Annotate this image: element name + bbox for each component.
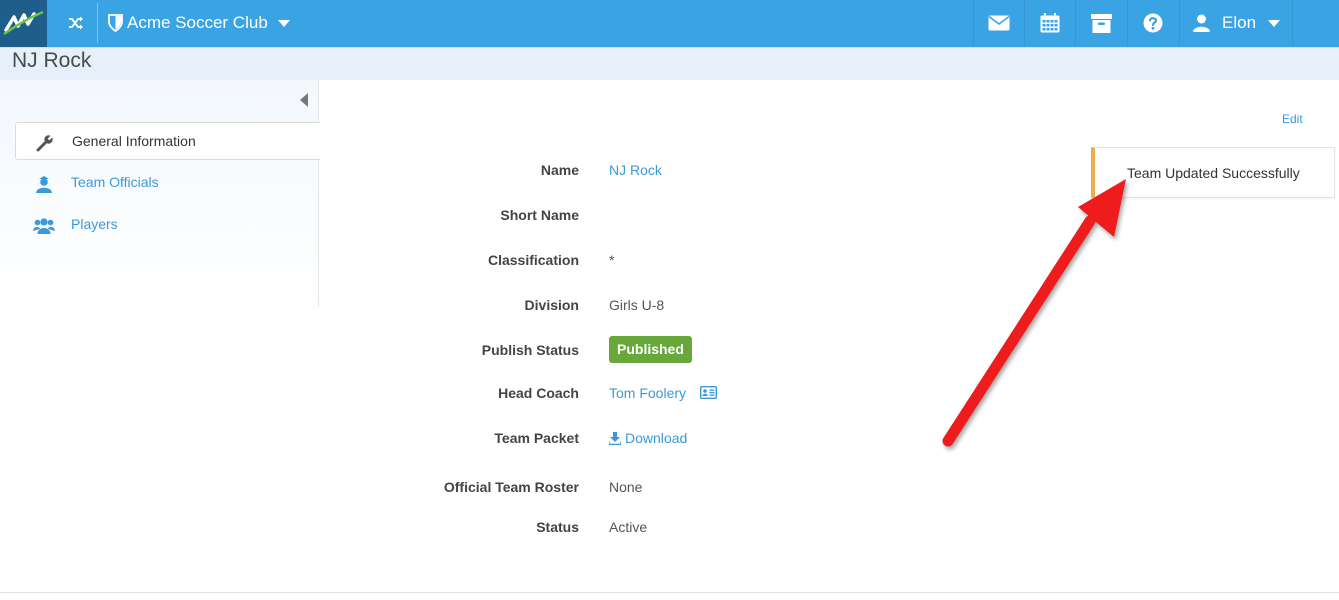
logo-mark-icon [3, 10, 44, 36]
field-label-name: Name [540, 162, 579, 178]
field-label-team-packet: Team Packet [494, 430, 579, 446]
sidebar-item-label: Players [71, 216, 118, 232]
official-roster-value: None [609, 479, 643, 495]
shuffle-icon [69, 16, 83, 30]
org-name: Acme Soccer Club [127, 13, 268, 32]
help-icon [1143, 13, 1163, 33]
collapse-sidebar-button[interactable] [298, 92, 310, 108]
switch-context-button[interactable] [57, 0, 95, 46]
download-icon [609, 431, 621, 445]
team-name-link[interactable]: NJ Rock [609, 162, 662, 178]
messages-button[interactable] [973, 0, 1024, 46]
division-value: Girls U-8 [609, 297, 665, 313]
status-value: Active [609, 519, 648, 535]
sidebar-item-players[interactable]: Players [15, 206, 320, 244]
field-label-head-coach: Head Coach [498, 385, 579, 401]
download-label: Download [625, 430, 688, 446]
page-bottom-divider [0, 592, 1339, 593]
field-label-status: Status [536, 519, 579, 535]
contact-card-icon[interactable] [699, 385, 718, 400]
users-icon [33, 217, 55, 235]
sidebar-item-label: Team Officials [71, 174, 159, 190]
user-menu[interactable]: Elon [1179, 0, 1293, 46]
archive-icon [1090, 13, 1112, 33]
publish-status-badge: Published [609, 336, 692, 363]
field-label-short-name: Short Name [500, 207, 579, 223]
head-coach-link[interactable]: Tom Foolery [609, 385, 686, 401]
sidebar-item-label: General Information [72, 133, 196, 149]
envelope-icon [988, 15, 1010, 31]
toast-message: Team Updated Successfully [1127, 165, 1300, 181]
team-packet-download-link[interactable]: Download [609, 430, 687, 446]
page-title: NJ Rock [12, 49, 92, 72]
field-label-official-team-roster: Official Team Roster [443, 479, 579, 495]
help-button[interactable] [1127, 0, 1178, 46]
org-selector[interactable]: Acme Soccer Club [108, 0, 290, 46]
field-label-publish-status: Publish Status [481, 342, 579, 358]
app-logo[interactable] [0, 0, 47, 47]
chevron-down-icon [277, 19, 290, 27]
official-icon [33, 175, 55, 193]
caret-left-icon [300, 93, 308, 107]
page-title-bar: NJ Rock [0, 47, 1339, 80]
calendar-icon [1040, 13, 1060, 33]
top-navbar: Acme Soccer Club Elon [0, 0, 1339, 47]
chevron-down-icon [1268, 19, 1281, 27]
navbar-divider [97, 3, 98, 43]
classification-value: * [609, 252, 615, 268]
wrench-icon [34, 134, 56, 152]
sidebar-item-team-officials[interactable]: Team Officials [15, 164, 320, 202]
annotation-arrow-icon [942, 179, 1126, 447]
user-icon [1193, 14, 1210, 32]
field-label-classification: Classification [487, 252, 579, 268]
sidebar: General Information Team Officials Playe… [0, 80, 320, 307]
calendar-button[interactable] [1024, 0, 1075, 46]
field-label-division: Division [524, 297, 579, 313]
sidebar-item-general-information[interactable]: General Information [15, 122, 320, 160]
edit-link[interactable]: Edit [1282, 112, 1303, 126]
user-name: Elon [1222, 13, 1257, 32]
shield-icon [108, 14, 123, 32]
archive-button[interactable] [1075, 0, 1126, 46]
